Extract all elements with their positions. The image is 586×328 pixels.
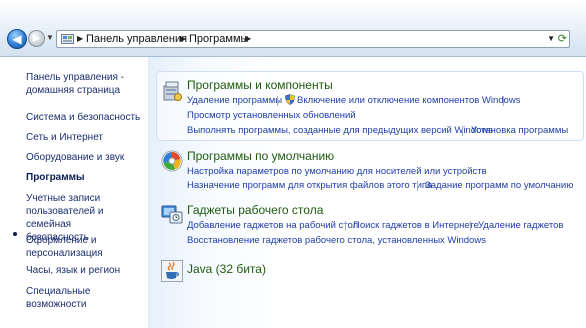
link-windows-features[interactable]: Включение или отключение компонентов Win…	[297, 95, 520, 107]
link-file-associations[interactable]: Назначение программ для открытия файлов …	[187, 180, 432, 192]
link-installed-updates[interactable]: Просмотр установленных обновлений	[187, 110, 356, 122]
category-title-programs-features[interactable]: Программы и компоненты	[187, 78, 333, 93]
link-separator	[345, 221, 346, 231]
category-title-desktop-gadgets[interactable]: Гаджеты рабочего стола	[187, 203, 323, 218]
breadcrumb-control-panel[interactable]: Панель управления	[86, 32, 187, 46]
link-autoplay-settings[interactable]: Настройка параметров по умолчанию для но…	[187, 166, 487, 178]
link-compatibility[interactable]: Выполнять программы, созданные для преды…	[187, 125, 493, 137]
link-restore-gadgets[interactable]: Восстановление гаджетов рабочего стола, …	[187, 235, 486, 247]
address-bar: ◀ ▶ ▼ ▶ Панель управления ▶ Программы ▶ …	[0, 0, 586, 57]
forward-button[interactable]: ▶	[28, 30, 45, 47]
link-uninstall-gadget[interactable]: Удаление гаджетов	[478, 220, 563, 232]
link-set-default-programs[interactable]: Задание программ по умолчанию	[425, 180, 573, 192]
address-field[interactable]: ▶ Панель управления ▶ Программы ▶ ▼ ⟳	[56, 30, 570, 48]
content-pane: Программы и компоненты Удаление программ…	[149, 57, 586, 328]
sidebar-item-home[interactable]: Панель управления - домашняя страница	[26, 71, 146, 97]
link-uninstall-program[interactable]: Удаление программы	[187, 95, 282, 107]
link-install-program[interactable]: Установка программы	[471, 125, 568, 137]
sidebar-item-hardware-sound[interactable]: Оборудование и звук	[26, 151, 146, 164]
sidebar-item-appearance[interactable]: Оформление и персонализация	[26, 234, 146, 260]
navigation-pane: Панель управления - домашняя страница Си…	[0, 57, 149, 328]
desktop-gadgets-icon	[161, 205, 183, 224]
breadcrumb-separator-icon[interactable]: ▶	[77, 33, 83, 45]
category-title-default-programs[interactable]: Программы по умолчанию	[187, 149, 334, 164]
refresh-icon[interactable]: ⟳	[558, 32, 567, 46]
link-separator	[277, 96, 278, 106]
address-dropdown-icon[interactable]: ▼	[547, 33, 555, 45]
breadcrumb-separator-icon[interactable]: ▶	[245, 33, 251, 45]
breadcrumb-programs[interactable]: Программы	[189, 32, 248, 46]
category-title-java[interactable]: Java (32 бита)	[187, 262, 266, 277]
sidebar-item-system-security[interactable]: Система и безопасность	[26, 111, 146, 124]
programs-features-icon	[163, 81, 182, 101]
sidebar-item-network-internet[interactable]: Сеть и Интернет	[26, 131, 146, 144]
link-separator	[503, 96, 504, 106]
link-find-gadgets-online[interactable]: Поиск гаджетов в Интернете	[353, 220, 479, 232]
java-icon	[161, 260, 183, 282]
breadcrumb-separator-icon[interactable]: ▶	[180, 33, 186, 45]
active-item-bullet	[13, 232, 17, 236]
uac-shield-icon	[285, 94, 295, 105]
link-separator	[470, 221, 471, 231]
recent-pages-dropdown[interactable]: ▼	[45, 32, 55, 44]
default-programs-icon	[161, 150, 183, 172]
link-add-gadgets[interactable]: Добавление гаджетов на рабочий стол	[187, 220, 358, 232]
sidebar-item-programs[interactable]: Программы	[26, 171, 146, 184]
sidebar-item-accessibility[interactable]: Специальные возможности	[26, 285, 146, 311]
link-separator	[462, 126, 463, 136]
sidebar-item-clock-language-region[interactable]: Часы, язык и регион	[26, 264, 146, 277]
link-separator	[417, 181, 418, 191]
control-panel-icon	[61, 34, 74, 44]
back-button[interactable]: ◀	[7, 29, 27, 49]
